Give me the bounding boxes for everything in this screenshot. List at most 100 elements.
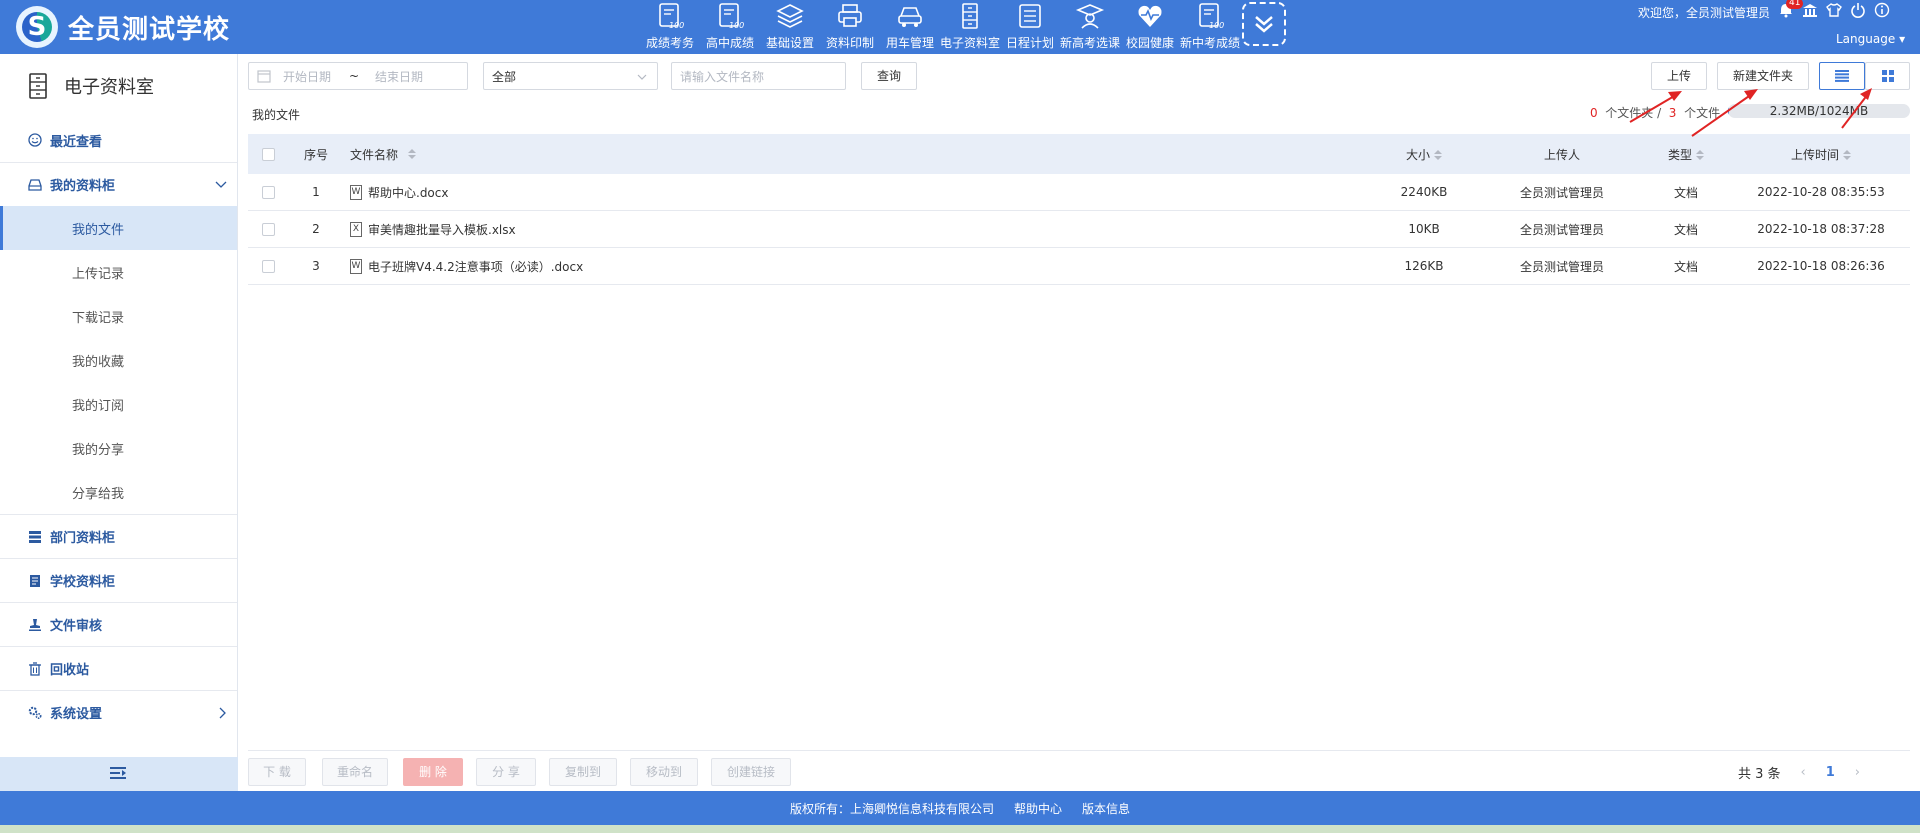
skin-button[interactable] [1826, 2, 1842, 18]
logout-button[interactable] [1850, 2, 1866, 18]
new-exam-score-icon: 100 [1199, 3, 1224, 30]
header-name[interactable]: 文件名称 [344, 146, 1364, 163]
filename-search-input[interactable]: 请输入文件名称 [671, 62, 846, 90]
sidebar-item-label: 部门资料柜 [50, 531, 116, 546]
table-row[interactable]: 1 W 帮助中心.docx 2240KB 全员测试管理员 文档 2022-10-2… [248, 174, 1910, 211]
row-name-cell[interactable]: W 电子班牌V4.4.2注意事项（必读）.docx [344, 258, 1364, 275]
top-header: 全员测试学校 100 成绩考务 100 高中成绩 基础设置 资料印制 用车管理 … [0, 0, 1920, 54]
list-view-button[interactable] [1819, 62, 1865, 90]
header-type-label: 类型 [1667, 147, 1692, 162]
sort-icon [1843, 150, 1851, 160]
sidebar-item-audit[interactable]: 文件审核 [0, 602, 237, 646]
nav-car[interactable]: 用车管理 [880, 0, 940, 54]
row-checkbox[interactable] [261, 222, 275, 236]
share-button[interactable]: 分 享 [476, 758, 536, 786]
row-filename[interactable]: 审美情趣批量导入模板.xlsx [368, 221, 516, 238]
sidebar-item-recycle[interactable]: 回收站 [0, 646, 237, 690]
row-name-cell[interactable]: W 帮助中心.docx [344, 184, 1364, 201]
help-center-link[interactable]: 帮助中心 [1014, 800, 1062, 817]
row-checkbox[interactable] [261, 185, 275, 199]
nav-more-button[interactable] [1242, 2, 1286, 46]
current-page[interactable]: 1 [1826, 765, 1835, 780]
row-checkbox-cell [248, 185, 288, 199]
row-filename[interactable]: 电子班牌V4.4.2注意事项（必读）.docx [368, 258, 583, 275]
nav-high-school-score[interactable]: 100 高中成绩 [700, 0, 760, 54]
sidebar-item-dept[interactable]: 部门资料柜 [0, 514, 237, 558]
sidebar-item-label: 我的资料柜 [50, 179, 116, 194]
cabinet-icon [962, 3, 978, 29]
sidebar-item-my-cabinet[interactable]: 我的资料柜 [0, 162, 237, 206]
nav-print[interactable]: 资料印制 [820, 0, 880, 54]
new-folder-button[interactable]: 新建文件夹 [1717, 62, 1809, 90]
sidebar-subitem-shared-with-me[interactable]: 分享给我 [0, 470, 237, 514]
sidebar-subitem-subscriptions[interactable]: 我的订阅 [0, 382, 237, 426]
sidebar-subitem-favorites[interactable]: 我的收藏 [0, 338, 237, 382]
nav-label: 日程计划 [1005, 36, 1054, 50]
sidebar-item-settings[interactable]: 系统设置 [0, 690, 237, 734]
rename-button[interactable]: 重命名 [322, 758, 388, 786]
sidebar-item-recent[interactable]: 最近查看 [0, 118, 237, 162]
nav-label: 新高考选课 [1060, 36, 1121, 50]
grid-view-button[interactable] [1865, 62, 1910, 90]
row-checkbox[interactable] [261, 259, 275, 273]
footer: 版权所有：上海卿悦信息科技有限公司 帮助中心 版本信息 [0, 791, 1920, 825]
table-row[interactable]: 2 X 审美情趣批量导入模板.xlsx 10KB 全员测试管理员 文档 2022-… [248, 211, 1910, 248]
row-uploader: 全员测试管理员 [1519, 259, 1604, 274]
sidebar-subitem-download-records[interactable]: 下载记录 [0, 294, 237, 338]
sidebar-subitem-label: 上传记录 [72, 266, 125, 282]
sidebar-subitem-my-shares[interactable]: 我的分享 [0, 426, 237, 470]
sidebar-collapse-button[interactable] [0, 757, 238, 791]
sidebar-title: 电子资料室 [0, 54, 237, 118]
header-size[interactable]: 大小 [1364, 146, 1484, 163]
nav-course-selection[interactable]: 新高考选课 [1060, 0, 1120, 54]
info-button[interactable] [1874, 2, 1890, 18]
pagination: 共 3 条 ‹ 1 › [1738, 758, 1860, 786]
prev-page-button[interactable]: ‹ [1801, 765, 1806, 780]
create-link-button[interactable]: 创建链接 [711, 758, 791, 786]
date-range-picker[interactable]: 开始日期 ~ 结束日期 [248, 62, 468, 90]
nav-label: 新中考成绩 [1180, 36, 1241, 50]
brand[interactable]: 全员测试学校 [16, 4, 230, 50]
start-date-input[interactable]: 开始日期 [283, 68, 341, 85]
nav-label: 电子资料室 [940, 36, 1001, 50]
copy-to-button[interactable]: 复制到 [549, 758, 617, 786]
select-all-checkbox[interactable] [261, 147, 275, 161]
delete-button[interactable]: 删 除 [403, 758, 463, 786]
language-switch[interactable]: Language ▾ [1836, 32, 1905, 46]
upload-button[interactable]: 上传 [1651, 62, 1707, 90]
sidebar-subitem-my-files[interactable]: 我的文件 [0, 206, 237, 250]
nav-label: 高中成绩 [705, 36, 754, 50]
file-count-label: 个文件 [1684, 106, 1721, 120]
row-name-cell[interactable]: X 审美情趣批量导入模板.xlsx [344, 221, 1364, 238]
query-button[interactable]: 查询 [861, 62, 917, 90]
row-no: 2 [312, 222, 320, 236]
download-button[interactable]: 下 载 [248, 758, 306, 786]
nav-new-exam-score[interactable]: 100 新中考成绩 [1180, 0, 1240, 54]
main-content: 开始日期 ~ 结束日期 全部 请输入文件名称 查询 上传 新建文件夹 我的文件 … [238, 54, 1920, 791]
select-all-cell [248, 147, 288, 161]
chevron-down-icon [215, 181, 227, 188]
row-filename[interactable]: 帮助中心.docx [368, 184, 448, 201]
move-to-button[interactable]: 移动到 [630, 758, 698, 786]
row-uploader: 全员测试管理员 [1519, 222, 1604, 237]
header-time[interactable]: 上传时间 [1732, 146, 1910, 163]
nav-campus-health[interactable]: 校园健康 [1120, 0, 1180, 54]
nav-basic-settings[interactable]: 基础设置 [760, 0, 820, 54]
nav-schedule[interactable]: 日程计划 [1000, 0, 1060, 54]
notification-button[interactable]: 41 [1778, 0, 1804, 18]
sidebar-item-school[interactable]: 学校资料柜 [0, 558, 237, 602]
header-type[interactable]: 类型 [1640, 146, 1732, 163]
nav-score-exam[interactable]: 100 成绩考务 [640, 0, 700, 54]
next-page-button[interactable]: › [1855, 765, 1860, 780]
bank-button[interactable] [1802, 2, 1818, 18]
breadcrumb: 我的文件 [252, 108, 301, 122]
caret-down-icon: ▾ [1899, 32, 1906, 46]
row-size: 126KB [1404, 259, 1444, 273]
table-row[interactable]: 3 W 电子班牌V4.4.2注意事项（必读）.docx 126KB 全员测试管理员… [248, 248, 1910, 285]
car-icon [898, 7, 922, 27]
version-info-link[interactable]: 版本信息 [1082, 800, 1130, 817]
nav-e-library[interactable]: 电子资料室 [940, 0, 1000, 54]
sidebar-subitem-upload-records[interactable]: 上传记录 [0, 250, 237, 294]
end-date-input[interactable]: 结束日期 [375, 68, 423, 85]
type-select[interactable]: 全部 [483, 62, 658, 90]
